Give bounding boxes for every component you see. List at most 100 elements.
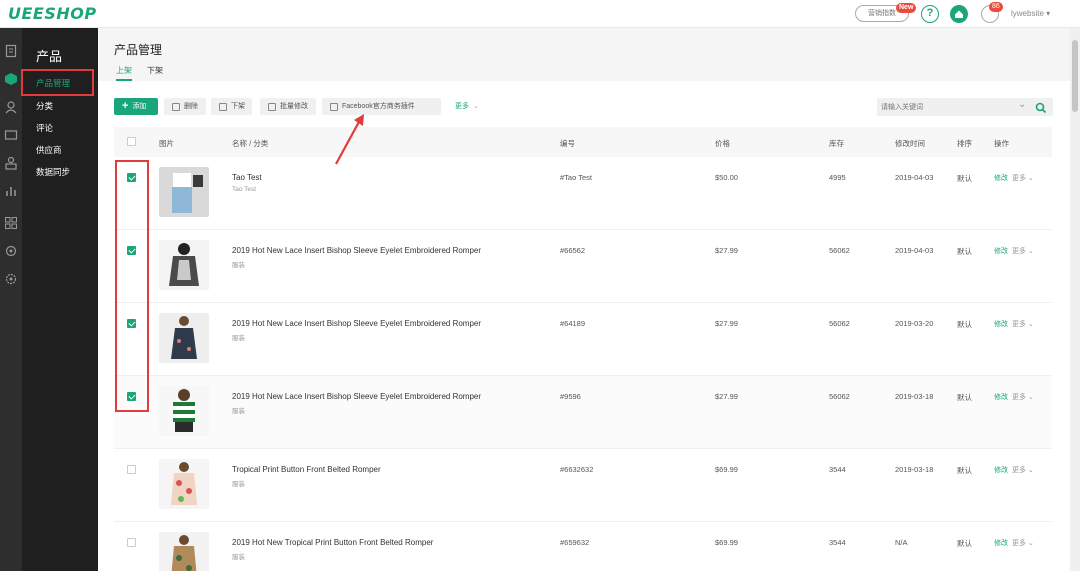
product-name[interactable]: Tropical Print Button Front Belted Rompe… bbox=[232, 465, 381, 474]
message-count-badge: 86 bbox=[989, 2, 1003, 12]
table-row[interactable]: Tropical Print Button Front Belted Rompe… bbox=[114, 449, 1052, 522]
edit-link[interactable]: 修改 bbox=[994, 465, 1008, 475]
product-sku: #659632 bbox=[560, 538, 590, 547]
chevron-down-icon: ⌄ bbox=[473, 103, 479, 110]
product-category: 服装 bbox=[232, 408, 245, 415]
unlist-icon bbox=[219, 102, 227, 111]
page-scrollbar[interactable] bbox=[1070, 28, 1080, 571]
submenu-item-categories[interactable]: 分类 bbox=[36, 100, 53, 112]
apps-icon[interactable] bbox=[4, 216, 18, 230]
settings-icon[interactable] bbox=[4, 244, 18, 258]
tab-off-sale[interactable]: 下架 bbox=[147, 65, 163, 76]
user-menu[interactable]: lywebsite ▾ bbox=[1011, 9, 1050, 18]
col-stock: 库存 bbox=[829, 139, 844, 148]
product-sku: #66562 bbox=[560, 246, 586, 255]
product-sort: 默认 bbox=[957, 320, 972, 329]
add-button[interactable]: + 添加 bbox=[114, 98, 158, 115]
home-icon[interactable] bbox=[950, 5, 968, 23]
col-modified: 修改时间 bbox=[895, 139, 925, 148]
product-price: $27.99 bbox=[715, 246, 738, 255]
more-actions[interactable]: 更多 ⌄ bbox=[1012, 392, 1034, 402]
products-icon[interactable] bbox=[4, 72, 18, 86]
col-sort: 排序 bbox=[957, 139, 972, 148]
col-sku: 编号 bbox=[560, 139, 575, 148]
product-sort: 默认 bbox=[957, 466, 972, 475]
edit-link[interactable]: 修改 bbox=[994, 246, 1008, 256]
users-icon[interactable] bbox=[4, 156, 18, 170]
edit-link[interactable]: 修改 bbox=[994, 173, 1008, 183]
product-stock: 56062 bbox=[829, 246, 850, 255]
product-price: $69.99 bbox=[715, 465, 738, 474]
search-input[interactable] bbox=[881, 101, 1011, 113]
unlist-button[interactable]: 下架 bbox=[211, 98, 252, 115]
table-row[interactable]: 2019 Hot New Lace Insert Bishop Sleeve E… bbox=[114, 230, 1052, 303]
row-checkbox[interactable] bbox=[127, 538, 136, 547]
stats-icon[interactable] bbox=[4, 184, 18, 198]
product-sku: #64189 bbox=[560, 319, 586, 328]
product-sku: #6632632 bbox=[560, 465, 594, 474]
delete-button[interactable]: 删除 bbox=[164, 98, 206, 115]
table-row[interactable]: Tao Test Tao Test #Tao Test $50.00 4995 … bbox=[114, 157, 1052, 230]
table-row[interactable]: 2019 Hot New Lace Insert Bishop Sleeve E… bbox=[114, 303, 1052, 376]
product-stock: 3544 bbox=[829, 465, 846, 474]
submenu-item-suppliers[interactable]: 供应商 bbox=[36, 144, 62, 156]
page-header: 产品管理 上架 下架 bbox=[98, 28, 1070, 81]
orders-icon[interactable] bbox=[4, 44, 18, 58]
gear-icon[interactable] bbox=[4, 272, 18, 286]
edit-link[interactable]: 修改 bbox=[994, 319, 1008, 329]
product-stock: 56062 bbox=[829, 319, 850, 328]
product-category: 服装 bbox=[232, 481, 245, 488]
bulk-edit-label: 批量修改 bbox=[280, 103, 308, 110]
table-row[interactable]: 2019 Hot New Tropical Print Button Front… bbox=[114, 522, 1052, 571]
product-sort: 默认 bbox=[957, 174, 972, 183]
edit-link[interactable]: 修改 bbox=[994, 538, 1008, 548]
product-sort: 默认 bbox=[957, 247, 972, 256]
more-actions[interactable]: 更多 ⌄ bbox=[1012, 173, 1034, 183]
more-actions[interactable]: 更多 ⌄ bbox=[1012, 465, 1034, 475]
content-area: +添加 删除 下架 批量修改 Facebook官方商务插件 更多⌄ ⌄ 图片 名… bbox=[98, 81, 1070, 571]
edit-icon bbox=[268, 102, 276, 111]
more-actions[interactable]: 更多 ⌄ bbox=[1012, 319, 1034, 329]
customers-icon[interactable] bbox=[4, 100, 18, 114]
more-actions[interactable]: 更多 ⌄ bbox=[1012, 538, 1034, 548]
product-name[interactable]: 2019 Hot New Lace Insert Bishop Sleeve E… bbox=[232, 392, 481, 401]
product-stock: 56062 bbox=[829, 392, 850, 401]
scrollbar-thumb[interactable] bbox=[1072, 40, 1078, 112]
search-icon[interactable] bbox=[1035, 101, 1047, 114]
app-logo[interactable]: UEESHOP bbox=[8, 4, 97, 23]
table-header: 图片 名称 / 分类 编号 价格 库存 修改时间 排序 操作 bbox=[114, 127, 1052, 157]
product-thumbnail bbox=[159, 532, 209, 571]
product-name[interactable]: 2019 Hot New Tropical Print Button Front… bbox=[232, 538, 433, 547]
product-thumbnail bbox=[159, 167, 209, 217]
row-checkbox[interactable] bbox=[127, 465, 136, 474]
main-panel: 产品管理 上架 下架 + 添加 删除 下架 批量修改 Facebook官方商务插件… bbox=[98, 28, 1070, 571]
col-image: 图片 bbox=[159, 139, 174, 148]
menu-annotation-box bbox=[21, 69, 94, 96]
select-all-checkbox[interactable] bbox=[127, 137, 136, 146]
product-sort: 默认 bbox=[957, 393, 972, 402]
delete-label: 删除 bbox=[184, 103, 198, 110]
product-name[interactable]: Tao Test bbox=[232, 173, 262, 182]
table-row[interactable]: 2019 Hot New Lace Insert Bishop Sleeve E… bbox=[114, 376, 1052, 449]
plus-icon: + bbox=[122, 100, 129, 112]
tab-on-sale[interactable]: 上架 bbox=[116, 65, 132, 81]
product-stock: 4995 bbox=[829, 173, 846, 182]
product-modified: 2019-03-18 bbox=[895, 465, 934, 474]
product-category: 服装 bbox=[232, 262, 245, 269]
new-badge: New bbox=[896, 3, 917, 13]
product-category: Tao Test bbox=[232, 186, 257, 193]
more-dropdown[interactable]: 更多 ⌄ bbox=[453, 98, 483, 115]
submenu-item-reviews[interactable]: 评论 bbox=[36, 122, 53, 134]
edit-link[interactable]: 修改 bbox=[994, 392, 1008, 402]
bulk-edit-button[interactable]: 批量修改 bbox=[260, 98, 316, 115]
search-box: ⌄ bbox=[877, 98, 1053, 116]
product-name[interactable]: 2019 Hot New Lace Insert Bishop Sleeve E… bbox=[232, 246, 481, 255]
icon-rail bbox=[0, 28, 22, 571]
product-stock: 3544 bbox=[829, 538, 846, 547]
help-icon[interactable]: ? bbox=[921, 5, 939, 23]
submenu-item-data-sync[interactable]: 数据同步 bbox=[36, 166, 70, 178]
marketing-icon[interactable] bbox=[4, 128, 18, 142]
search-filter-chevron-icon[interactable]: ⌄ bbox=[1018, 99, 1026, 110]
more-actions[interactable]: 更多 ⌄ bbox=[1012, 246, 1034, 256]
product-name[interactable]: 2019 Hot New Lace Insert Bishop Sleeve E… bbox=[232, 319, 481, 328]
